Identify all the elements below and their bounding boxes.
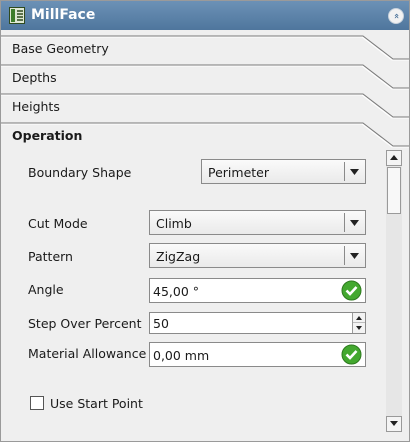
- scroll-up-button[interactable]: [386, 150, 402, 166]
- collapse-icon[interactable]: «: [388, 8, 404, 24]
- material-allowance-value: 0,00 mm: [153, 348, 210, 363]
- spin-up-icon[interactable]: [353, 313, 365, 323]
- use-start-point-checkbox[interactable]: [30, 396, 44, 410]
- section-operation[interactable]: Operation: [1, 120, 409, 149]
- vertical-scrollbar[interactable]: [386, 150, 402, 432]
- angle-value: 45,00 °: [153, 284, 200, 299]
- step-over-value: 50: [153, 316, 169, 331]
- section-label: Heights: [12, 99, 60, 114]
- millface-icon: [9, 7, 25, 24]
- chevron-down-icon[interactable]: [344, 162, 365, 181]
- section-heights[interactable]: Heights: [1, 91, 409, 120]
- step-over-spinbox[interactable]: 50: [149, 312, 366, 334]
- panel-title: MillFace: [31, 7, 96, 23]
- step-over-label: Step Over Percent: [28, 316, 142, 331]
- spin-arrows[interactable]: [352, 313, 365, 333]
- scroll-down-button[interactable]: [386, 416, 402, 432]
- task-panel: MillFace « Base Geometry Depths Heights …: [0, 0, 410, 442]
- check-icon: [341, 344, 362, 365]
- title-bar: MillFace «: [1, 1, 409, 30]
- scroll-up-icon: [390, 155, 398, 160]
- material-allowance-field[interactable]: 0,00 mm: [149, 342, 366, 367]
- cut-mode-label: Cut Mode: [28, 216, 88, 231]
- spin-down-icon[interactable]: [353, 323, 365, 333]
- boundary-shape-combo[interactable]: Perimeter: [201, 159, 366, 184]
- chevron-down-icon[interactable]: [344, 246, 365, 265]
- angle-label: Angle: [28, 282, 64, 297]
- section-tab-shape: [1, 93, 409, 119]
- pattern-label: Pattern: [28, 249, 73, 264]
- cut-mode-combo[interactable]: Climb: [149, 210, 366, 235]
- section-base-geometry[interactable]: Base Geometry: [1, 33, 409, 62]
- section-tab-shape: [1, 64, 409, 90]
- check-icon: [341, 280, 362, 301]
- boundary-shape-value: Perimeter: [208, 165, 269, 180]
- chevron-down-icon[interactable]: [344, 213, 365, 232]
- pattern-combo[interactable]: ZigZag: [149, 243, 366, 268]
- use-start-point-label[interactable]: Use Start Point: [50, 396, 143, 411]
- section-label: Operation: [12, 128, 83, 143]
- pattern-value: ZigZag: [156, 249, 201, 264]
- section-depths[interactable]: Depths: [1, 62, 409, 91]
- cut-mode-value: Climb: [156, 216, 192, 231]
- section-label: Base Geometry: [12, 41, 109, 56]
- material-allowance-label: Material Allowance: [28, 346, 147, 361]
- scroll-thumb[interactable]: [387, 167, 401, 214]
- scroll-down-icon: [390, 421, 398, 426]
- section-label: Depths: [12, 70, 57, 85]
- angle-field[interactable]: 45,00 °: [149, 278, 366, 303]
- operation-form: Boundary Shape Perimeter Cut Mode Climb …: [1, 147, 386, 433]
- boundary-shape-label: Boundary Shape: [28, 165, 132, 180]
